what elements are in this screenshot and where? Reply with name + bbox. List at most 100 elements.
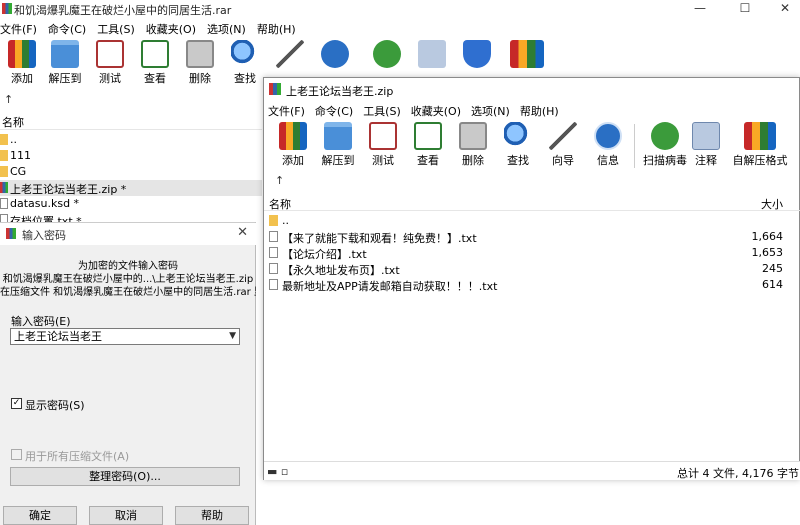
info-button[interactable]: 信息 xyxy=(586,122,630,168)
column-header-name[interactable]: 名称 xyxy=(269,196,291,212)
file-row[interactable]: 【来了就能下载和观看！纯免费！】.txt 1,664 xyxy=(264,229,800,245)
password-input[interactable]: 上老王论坛当老王 ▼ xyxy=(10,328,240,345)
maximize-button[interactable]: ☐ xyxy=(725,0,765,18)
menu-file[interactable]: 文件(F) xyxy=(0,21,37,37)
info-icon xyxy=(321,40,349,68)
bg-test-button[interactable]: 测试 xyxy=(88,40,132,86)
menu-commands[interactable]: 命令(C) xyxy=(315,103,353,119)
bg-wizard-button[interactable] xyxy=(268,40,312,70)
toolbar-separator xyxy=(634,124,635,168)
bg-view-button[interactable]: 查看 xyxy=(133,40,177,86)
menu-favorites[interactable]: 收藏夹(O) xyxy=(146,21,196,37)
magnifier-icon xyxy=(231,40,259,68)
book-icon xyxy=(414,122,442,150)
fg-window-title: 上老王论坛当老王.zip xyxy=(286,85,394,98)
chevron-down-icon[interactable]: ▼ xyxy=(229,329,236,344)
status-summary: 总计 4 文件, 4,176 字节 xyxy=(677,467,799,480)
password-dialog: 输入密码 ✕ 为加密的文件输入密码 和饥渴爆乳魔王在破烂小屋中的...\上老王论… xyxy=(0,222,256,525)
view-button[interactable]: 查看 xyxy=(406,122,450,168)
bg-list-item[interactable]: .. xyxy=(0,132,262,148)
checklist-icon xyxy=(369,122,397,150)
bg-list-item[interactable]: CG xyxy=(0,164,262,180)
bg-virus-scan-button[interactable] xyxy=(365,40,409,70)
book-icon xyxy=(141,40,169,68)
fg-toolbar: 添加 解压到 测试 查看 删除 查找 向导 信息 扫描病毒 注释 自解压格式 xyxy=(264,122,800,172)
bug-icon xyxy=(373,40,401,68)
use-for-all-checkbox[interactable] xyxy=(11,449,22,460)
file-list-header: 名称 大小 xyxy=(264,193,800,211)
find-button[interactable]: 查找 xyxy=(496,122,540,168)
password-dialog-title-bar: 输入密码 ✕ xyxy=(0,223,256,245)
winrar-app-icon xyxy=(269,83,281,95)
winrar-app-icon xyxy=(6,228,16,239)
trash-icon xyxy=(186,40,214,68)
add-button[interactable]: 添加 xyxy=(271,122,315,168)
wizard-button[interactable]: 向导 xyxy=(541,122,585,168)
column-header-size[interactable]: 大小 xyxy=(761,196,783,212)
up-arrow-icon[interactable]: ↑ xyxy=(275,174,284,187)
winrar-app-icon xyxy=(2,3,12,14)
menu-options[interactable]: 选项(N) xyxy=(471,103,510,119)
bg-list-item[interactable]: datasu.ksd * xyxy=(0,196,262,212)
test-button[interactable]: 测试 xyxy=(361,122,405,168)
bg-column-header-name[interactable]: 名称 xyxy=(0,112,262,130)
bg-list-item[interactable]: 存档位置.txt * xyxy=(0,212,262,222)
folder-icon xyxy=(0,166,8,177)
bg-list-item-selected[interactable]: 上老王论坛当老王.zip * xyxy=(0,180,262,196)
info-icon xyxy=(594,122,622,150)
menu-tools[interactable]: 工具(S) xyxy=(363,103,401,119)
menu-favorites[interactable]: 收藏夹(O) xyxy=(411,103,461,119)
minimize-button[interactable]: — xyxy=(680,0,720,18)
zip-archive-icon xyxy=(0,182,8,193)
show-password-label[interactable]: 显示密码(S) xyxy=(25,397,85,413)
menu-file[interactable]: 文件(F) xyxy=(268,103,305,119)
bg-up-arrow-icon[interactable]: ↑ xyxy=(4,93,13,106)
bg-protect-button[interactable] xyxy=(455,40,499,70)
comment-icon xyxy=(418,40,446,68)
bg-sfx-button[interactable] xyxy=(505,40,549,70)
parent-folder-row[interactable]: .. xyxy=(264,213,800,229)
menu-help[interactable]: 帮助(H) xyxy=(257,21,296,37)
password-value: 上老王论坛当老王 xyxy=(14,330,102,343)
delete-button[interactable]: 删除 xyxy=(451,122,495,168)
bg-find-button[interactable]: 查找 xyxy=(223,40,267,86)
cancel-button[interactable]: 取消 xyxy=(89,506,163,525)
close-button[interactable]: ✕ xyxy=(765,0,800,18)
books-icon xyxy=(279,122,307,150)
bg-menu-bar: 文件(F) 命令(C) 工具(S) 收藏夹(O) 选项(N) 帮助(H) xyxy=(0,20,800,38)
text-file-icon xyxy=(269,279,278,290)
ok-button[interactable]: 确定 xyxy=(3,506,77,525)
show-password-checkbox[interactable]: ✓ xyxy=(11,398,22,409)
bg-extract-button[interactable]: 解压到 xyxy=(43,40,87,86)
bg-delete-button[interactable]: 删除 xyxy=(178,40,222,86)
file-icon xyxy=(0,214,8,222)
organize-passwords-button[interactable]: 整理密码(O)... xyxy=(10,467,240,486)
bg-add-button[interactable]: 添加 xyxy=(0,40,44,86)
sfx-button[interactable]: 自解压格式 xyxy=(729,122,791,168)
menu-help[interactable]: 帮助(H) xyxy=(520,103,559,119)
bg-comment-button[interactable] xyxy=(410,40,454,70)
shield-icon xyxy=(463,40,491,68)
text-file-icon xyxy=(269,231,278,242)
menu-tools[interactable]: 工具(S) xyxy=(97,21,135,37)
help-button[interactable]: 帮助 xyxy=(175,506,249,525)
file-row[interactable]: 【永久地址发布页】.txt 245 xyxy=(264,261,800,277)
status-bar: ▬ ▫ 总计 4 文件, 4,176 字节 xyxy=(264,461,800,480)
comment-icon xyxy=(692,122,720,150)
wand-icon xyxy=(549,122,577,150)
books-icon xyxy=(8,40,36,68)
menu-options[interactable]: 选项(N) xyxy=(207,21,246,37)
use-for-all-label[interactable]: 用于所有压缩文件(A) xyxy=(25,448,129,464)
close-icon[interactable]: ✕ xyxy=(237,225,248,240)
file-row[interactable]: 最新地址及APP请发邮箱自动获取！！！.txt 614 xyxy=(264,277,800,293)
foreground-winrar-window: 上老王论坛当老王.zip 文件(F) 命令(C) 工具(S) 收藏夹(O) 选项… xyxy=(263,77,800,480)
extract-to-button[interactable]: 解压到 xyxy=(316,122,360,168)
bg-list-item[interactable]: 111 xyxy=(0,148,262,164)
menu-commands[interactable]: 命令(C) xyxy=(48,21,86,37)
wand-icon xyxy=(276,40,304,68)
file-row[interactable]: 【论坛介绍】.txt 1,653 xyxy=(264,245,800,261)
archive-location: 在压缩文件 和饥渴爆乳魔王在破烂小屋中的同居生活.rar 里 xyxy=(0,287,256,298)
drive-key-icon[interactable]: ▬ ▫ xyxy=(267,465,288,478)
bg-info-button[interactable] xyxy=(313,40,357,70)
comment-button[interactable]: 注释 xyxy=(684,122,728,168)
